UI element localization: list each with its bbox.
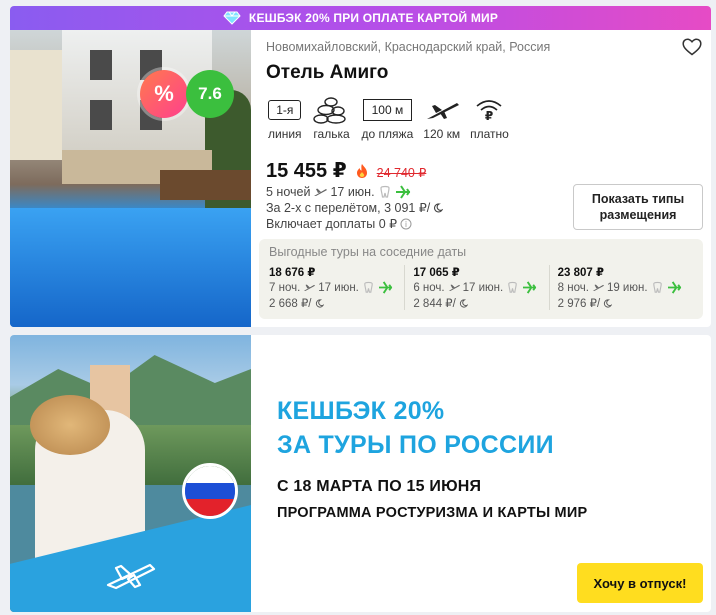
moon-icon (315, 298, 324, 308)
nights: 5 ночей (266, 185, 311, 199)
flight-price-line: За 2-х с перелётом, 3 091 ₽/ (266, 201, 431, 215)
departure-date: 17 июн. (330, 185, 375, 199)
nearby-per-night: 2 844 ₽/ (413, 298, 456, 310)
russia-flag-icon (182, 463, 238, 519)
amenity-label: платно (470, 127, 509, 141)
wifi-paid-icon: ₽ (476, 100, 502, 123)
promo-headline-line: ЗА ТУРЫ ПО РОССИИ (277, 431, 554, 459)
tooth-icon (379, 185, 390, 198)
svg-text:i: i (405, 220, 407, 229)
airplane-icon (426, 103, 459, 119)
heart-icon[interactable] (682, 38, 702, 56)
nearby-price: 23 807 ₽ (557, 267, 605, 279)
amenity-airport: 120 км (423, 96, 460, 141)
fees-row: Включает доплаты 0 ₽ i (266, 216, 443, 232)
promo-subtitle: С 18 МАРТА ПО 15 ИЮНЯ ПРОГРАММА РОСТУРИЗ… (277, 474, 587, 526)
nearby-nights: 7 ноч. (269, 281, 301, 294)
promo-banner[interactable]: КЕШБЭК 20% ЗА ТУРЫ ПО РОССИИ С 18 МАРТА … (10, 335, 711, 612)
old-price: 24 740 ₽ (376, 166, 427, 180)
cashback-banner[interactable]: КЕШБЭК 20% ПРИ ОПЛАТЕ КАРТОЙ МИР (10, 6, 711, 30)
tooth-icon (652, 281, 662, 293)
nearby-date: 19 июн. (606, 281, 648, 294)
plane-small-icon (304, 284, 316, 291)
nearby-price: 18 676 ₽ (269, 267, 316, 279)
promo-headline-line: КЕШБЭК 20% (277, 397, 445, 425)
nearby-nights: 6 ноч. (413, 281, 445, 294)
tooth-icon (508, 281, 517, 293)
amenity-beach-type: галька (312, 96, 352, 141)
plane-ticket-icon (106, 563, 156, 590)
amenity-label: галька (313, 127, 350, 141)
info-icon[interactable]: i (400, 218, 412, 230)
hotel-location: Новомихайловский, Краснодарский край, Ро… (266, 40, 551, 54)
promo-dates: С 18 МАРТА ПО 15 ИЮНЯ (277, 478, 482, 495)
show-room-types-button[interactable]: Показать типы размещения (573, 184, 703, 230)
amenity-label: до пляжа (361, 127, 414, 141)
hotel-photo[interactable]: % 7.6 (10, 30, 251, 327)
vacation-cta-button[interactable]: Хочу в отпуск! (577, 563, 703, 603)
amenity-beach-distance: 100 м до пляжа (361, 96, 414, 141)
tour-details: 5 ночей 17 июн. За 2-х с перелётом, 3 09… (266, 184, 444, 232)
nights-row: 5 ночей 17 июн. (266, 184, 443, 200)
line-badge: 1-я (268, 100, 302, 120)
nearby-date: 17 июн. (318, 281, 359, 294)
svg-text:₽: ₽ (485, 109, 493, 123)
amenity-line: 1-я линия (268, 96, 302, 141)
nearby-title: Выгодные туры на соседние даты (269, 245, 467, 259)
nearby-tour-item[interactable]: 17 065 ₽ 6 ноч. 17 июн. 2 844 ₽/ (404, 265, 548, 310)
price: 15 455 ₽ (266, 160, 347, 182)
price-row: 15 455 ₽ 24 740 ₽ (266, 158, 426, 183)
plane-small-icon (448, 284, 460, 291)
distance-sign: 100 м (362, 99, 413, 121)
plane-small-icon (314, 188, 328, 196)
cashback-banner-text: КЕШБЭК 20% ПРИ ОПЛАТЕ КАРТОЙ МИР (248, 11, 499, 25)
pebbles-icon (312, 97, 346, 124)
flight-included-icon (378, 281, 393, 294)
amenities-list: 1-я линия галька 100 м до пляжа 120 км ₽… (268, 96, 519, 141)
nearby-nights: 8 ноч. (557, 281, 589, 294)
flight-included-icon (667, 281, 681, 294)
promo-program: ПРОГРАММА РОСТУРИЗМА И КАРТЫ МИР (277, 505, 588, 521)
flight-row: За 2-х с перелётом, 3 091 ₽/ (266, 200, 444, 216)
plane-small-icon (592, 284, 604, 291)
moon-icon (434, 203, 444, 213)
nearby-per-night: 2 976 ₽/ (557, 298, 601, 310)
hotel-name[interactable]: Отель Амиго (266, 62, 388, 84)
nearby-dates-panel: Выгодные туры на соседние даты 18 676 ₽ … (259, 239, 703, 319)
discount-badge: % (140, 70, 188, 118)
hotel-card: КЕШБЭК 20% ПРИ ОПЛАТЕ КАРТОЙ МИР % 7.6 Н… (10, 6, 711, 327)
diamond-icon (223, 11, 241, 25)
promo-headline: КЕШБЭК 20% ЗА ТУРЫ ПО РОССИИ (277, 394, 554, 462)
amenity-wifi: ₽ платно (470, 96, 509, 141)
promo-image (10, 335, 251, 612)
amenity-label: 120 км (423, 127, 461, 141)
nearby-date: 17 июн. (462, 281, 504, 294)
flight-included-icon (523, 281, 537, 294)
fire-icon (356, 163, 367, 178)
fees-line: Включает доплаты 0 ₽ (266, 217, 398, 231)
tooth-icon (364, 281, 373, 293)
nearby-tour-item[interactable]: 18 676 ₽ 7 ноч. 17 июн. 2 668 ₽/ (269, 265, 404, 310)
flight-included-icon (395, 185, 410, 199)
rating-badge: 7.6 (186, 70, 234, 118)
nearby-price: 17 065 ₽ (413, 267, 460, 279)
amenity-label: линия (268, 127, 302, 141)
nearby-tour-item[interactable]: 23 807 ₽ 8 ноч. 19 июн. 2 976 ₽/ (548, 265, 693, 310)
moon-icon (459, 298, 468, 308)
moon-icon (604, 298, 613, 308)
nearby-per-night: 2 668 ₽/ (269, 298, 312, 310)
